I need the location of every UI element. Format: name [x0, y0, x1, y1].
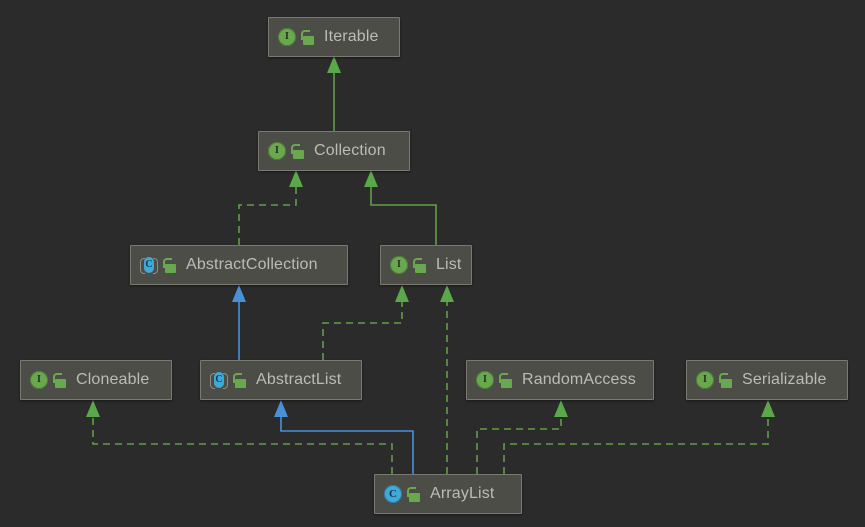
interface-icon	[390, 256, 408, 274]
abstract-class-icon	[140, 256, 158, 274]
node-label: Collection	[314, 142, 386, 159]
node-collection[interactable]: Collection	[258, 131, 410, 171]
edge-arraylist-to-list	[440, 285, 454, 474]
edge-arraylist-to-serializable	[503, 400, 775, 474]
node-randomaccess[interactable]: RandomAccess	[466, 360, 654, 400]
edge-list-to-collection	[364, 170, 437, 245]
node-label: AbstractList	[256, 371, 342, 388]
node-serializable[interactable]: Serializable	[686, 360, 848, 400]
lock-open-icon	[413, 257, 427, 273]
interface-icon	[696, 371, 714, 389]
node-label: List	[436, 256, 462, 273]
interface-icon	[30, 371, 48, 389]
lock-open-icon	[53, 372, 67, 388]
class-diagram-canvas[interactable]: Iterable Collection	[0, 0, 865, 527]
class-icon	[384, 485, 402, 503]
edge-arraylist-to-cloneable	[86, 400, 393, 474]
lock-open-icon	[719, 372, 733, 388]
lock-open-icon	[163, 257, 177, 273]
node-abstractlist[interactable]: AbstractList	[200, 360, 362, 400]
interface-icon	[278, 28, 296, 46]
node-cloneable[interactable]: Cloneable	[20, 360, 172, 400]
node-label: ArrayList	[430, 485, 495, 502]
lock-open-icon	[291, 143, 305, 159]
edge-abstractcollection-to-collection	[238, 170, 303, 245]
node-arraylist[interactable]: ArrayList	[374, 474, 522, 514]
edge-abstractlist-to-abstractcollection	[232, 285, 246, 360]
lock-open-icon	[499, 372, 513, 388]
interface-icon	[476, 371, 494, 389]
node-list[interactable]: List	[380, 245, 472, 285]
node-iterable[interactable]: Iterable	[268, 17, 400, 57]
node-label: AbstractCollection	[186, 256, 318, 273]
interface-icon	[268, 142, 286, 160]
lock-open-icon	[301, 29, 315, 45]
node-label: RandomAccess	[522, 371, 636, 388]
node-label: Iterable	[324, 28, 379, 45]
lock-open-icon	[233, 372, 247, 388]
edge-collection-to-iterable	[327, 56, 341, 131]
edge-arraylist-to-abstractlist	[274, 400, 414, 474]
node-label: Cloneable	[76, 371, 150, 388]
node-abstractcollection[interactable]: AbstractCollection	[130, 245, 348, 285]
abstract-class-icon	[210, 371, 228, 389]
lock-open-icon	[407, 486, 421, 502]
edge-abstractlist-to-list	[322, 285, 409, 360]
node-label: Serializable	[742, 371, 827, 388]
edge-arraylist-to-randomaccess	[476, 400, 568, 474]
